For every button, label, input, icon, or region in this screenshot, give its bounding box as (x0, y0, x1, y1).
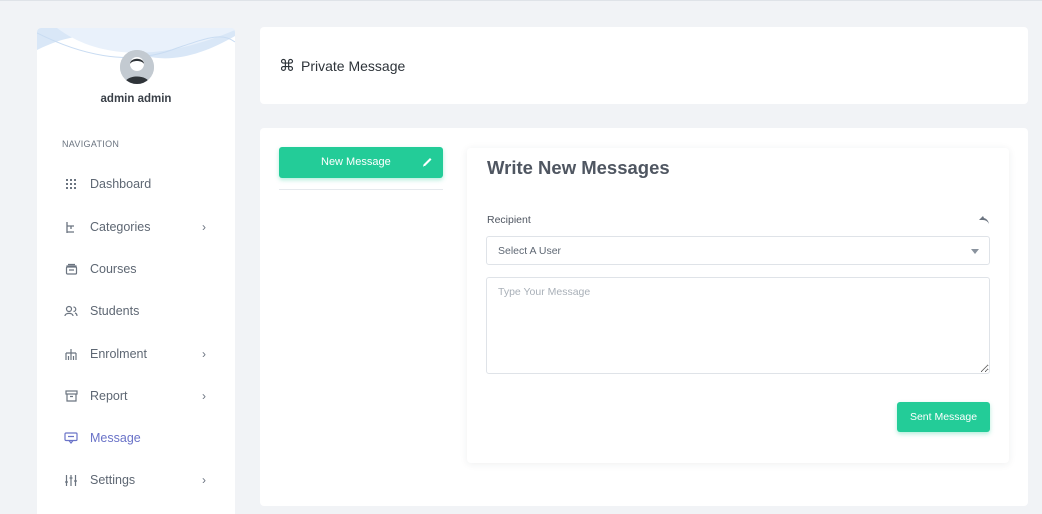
sidebar-item-label: Settings (90, 473, 136, 487)
avatar[interactable] (120, 50, 154, 84)
new-message-button[interactable]: New Message (279, 147, 443, 178)
command-icon: ⌘ (279, 58, 295, 75)
caret-down-icon (971, 249, 979, 254)
dashboard-grid-icon (64, 177, 78, 191)
sidebar-item-settings[interactable]: Settings › (37, 466, 235, 494)
sidebar-item-label: Message (90, 431, 141, 445)
user-name: admin admin (100, 93, 172, 105)
pencil-icon (423, 158, 432, 167)
chevron-right-icon: › (202, 220, 206, 234)
sidebar-item-label: Dashboard (90, 177, 152, 191)
message-icon (64, 431, 78, 445)
top-border (0, 0, 1042, 1)
compose-title: Write New Messages (487, 157, 670, 178)
settings-sliders-icon (64, 473, 78, 487)
courses-icon (64, 262, 78, 276)
recipient-label: Recipient (487, 214, 531, 226)
enrolment-icon (64, 347, 78, 361)
page-header: ⌘ Private Message (260, 27, 1028, 104)
page-title: Private Message (301, 58, 406, 74)
divider (279, 189, 443, 190)
students-icon (64, 304, 78, 318)
sidebar-item-students[interactable]: Students (37, 297, 235, 325)
sidebar-item-courses[interactable]: Courses (37, 255, 235, 283)
nav-heading: NAVIGATION (62, 139, 120, 149)
recipient-select-value: Select A User (498, 245, 562, 257)
new-message-label: New Message (321, 156, 391, 168)
chevron-right-icon: › (202, 347, 206, 361)
report-icon (64, 389, 78, 403)
sidebar-item-label: Categories (90, 220, 151, 234)
sidebar-item-label: Students (90, 304, 140, 318)
sidebar-item-label: Report (90, 389, 128, 403)
message-input[interactable] (486, 277, 990, 374)
compose-form: Write New Messages Recipient Select A Us… (467, 148, 1009, 463)
send-message-button[interactable]: Sent Message (897, 402, 990, 432)
message-panel: New Message Write New Messages Recipient… (260, 128, 1028, 506)
sidebar-item-message[interactable]: Message (37, 424, 235, 452)
sidebar-item-label: Courses (90, 262, 137, 276)
sidebar-item-report[interactable]: Report › (37, 382, 235, 410)
recipient-select[interactable]: Select A User (486, 236, 990, 265)
chevron-right-icon: › (202, 473, 206, 487)
sidebar-item-categories[interactable]: Categories › (37, 213, 235, 241)
chevron-right-icon: › (202, 389, 206, 403)
sidebar-item-enrolment[interactable]: Enrolment › (37, 340, 235, 368)
sidebar-item-dashboard[interactable]: Dashboard (37, 170, 235, 198)
sidebar-item-label: Enrolment (90, 347, 147, 361)
reply-icon[interactable] (978, 215, 990, 225)
sidebar: admin admin NAVIGATION Dashboard Categor… (37, 28, 235, 514)
hierarchy-icon (64, 220, 78, 234)
